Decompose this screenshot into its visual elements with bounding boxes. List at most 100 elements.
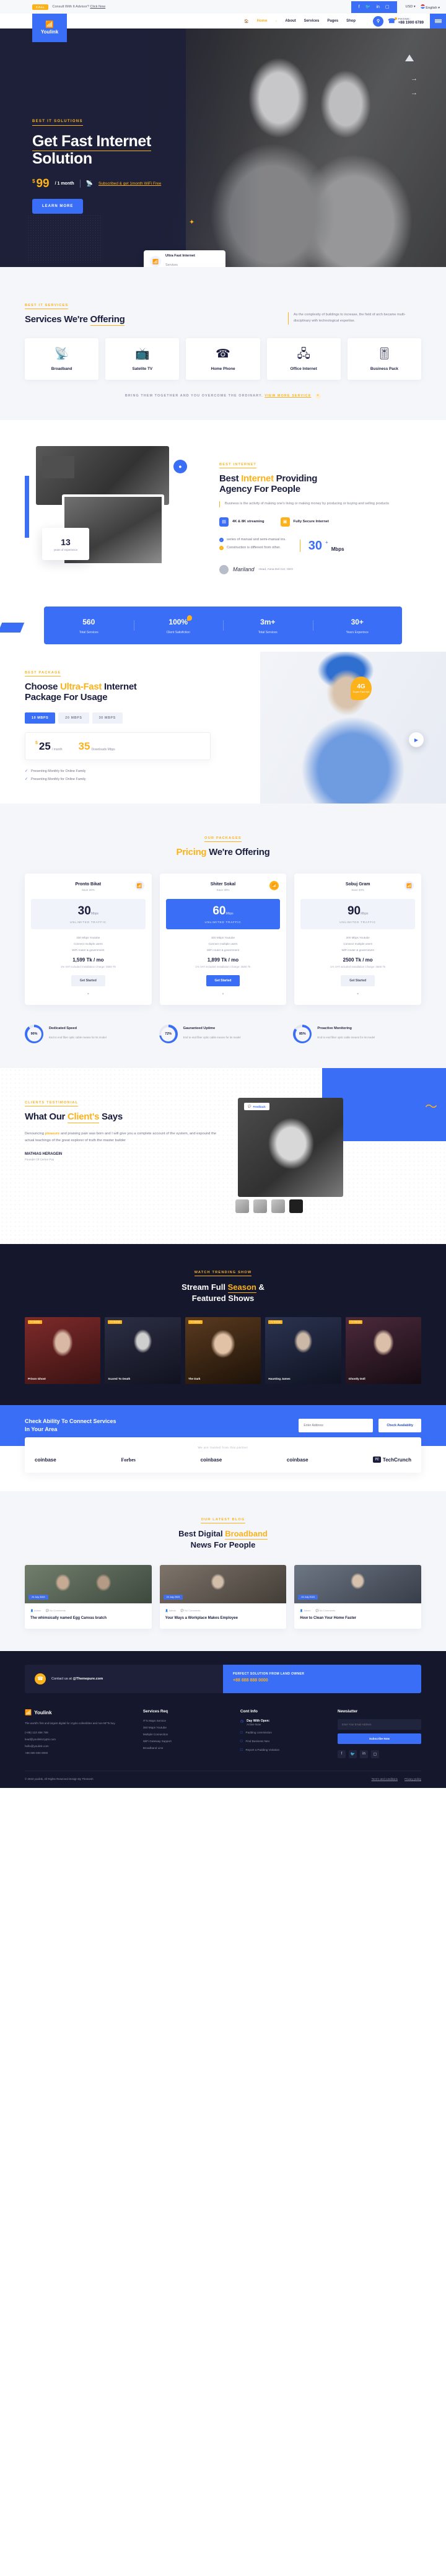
search-icon[interactable]: ⚲ — [373, 15, 384, 27]
blog-post-card[interactable]: 24 July 2023 👤 Admin 💬 No Comments How t… — [294, 1564, 422, 1629]
facebook-icon[interactable]: f — [337, 1750, 346, 1758]
footer-contact-lines: (+88) 123 456 789 lead@youlinkcrypto.com… — [25, 1731, 129, 1755]
doc-icon: □ — [240, 1730, 243, 1735]
tab-20mbps[interactable]: 20 MBPS — [58, 712, 89, 724]
services-section: BEST IT SERVICES Services We're Offering… — [0, 267, 446, 420]
privacy-link[interactable]: Privacy policy — [404, 1777, 421, 1781]
speed-badge: 4G Super Fast Net — [351, 677, 372, 700]
terms-link[interactable]: Term's and conditions — [372, 1777, 398, 1781]
linkedin-icon[interactable]: in — [359, 1750, 368, 1758]
show-card[interactable]: TV SHOW Haunting James — [265, 1317, 341, 1385]
instagram-icon[interactable]: ▢ — [370, 1750, 379, 1758]
footer-link[interactable]: Broadband Line — [143, 1746, 227, 1750]
plus-icon[interactable]: + — [315, 393, 321, 399]
about-signature-row: Mariland Head, Anna Del Cor, CEO — [219, 564, 421, 574]
plan-speed-unit: Mbps — [90, 912, 99, 916]
nav-item-shop[interactable]: Shop — [346, 19, 356, 23]
footer-contact-item[interactable]: □ Padding commission — [240, 1731, 324, 1735]
hero-wifi-card[interactable]: 📶 Ultra Fast Internet Services — [144, 250, 225, 267]
plan-feature: WiFi router & government — [341, 948, 374, 952]
plan-cta-button[interactable]: Get Started — [206, 975, 240, 986]
hero-section: → → ✦ BEST IT SOLUTIONS Get Fast Internet… — [0, 28, 446, 267]
linkedin-icon[interactable]: in — [376, 5, 379, 9]
footer-logo[interactable]: 📶 Youlink — [25, 1709, 129, 1716]
blog-post-card[interactable]: 24 July 2023 👤 Admin 💬 No Comments The w… — [25, 1564, 152, 1629]
testimonial-role: Founder Of Cerine Pvp — [25, 1158, 55, 1162]
footer-link[interactable]: 350 Maps Youtube — [143, 1726, 227, 1729]
service-card[interactable]: 📡 Broadband — [25, 338, 99, 380]
instagram-icon[interactable]: ▢ — [385, 5, 390, 9]
chevron-down-icon[interactable]: ▾ — [300, 992, 415, 996]
show-card[interactable]: TV SHOW The Dark — [185, 1317, 261, 1385]
cta-strip-section: ☎ Contact us at @Themepure.com PERFECT S… — [0, 1650, 446, 1693]
language-select[interactable]: English ▾ — [420, 4, 440, 10]
twitter-icon[interactable]: 🐦 — [365, 5, 371, 9]
office-router-icon: 🖧 — [297, 348, 310, 361]
service-card[interactable]: ☎ Home Phone — [186, 338, 260, 380]
package-title: Choose Ultra-Fast Internet Package For U… — [25, 681, 248, 703]
service-card[interactable]: 🖧 Office Internet — [266, 338, 341, 380]
plan-feature: Connect multiple users — [343, 942, 373, 945]
menu-button[interactable] — [430, 14, 446, 28]
social-links: f 🐦 in ▢ — [351, 1, 397, 13]
tab-10mbps[interactable]: 10 MBPS — [25, 712, 56, 724]
newsletter-form: Subscribe Now — [337, 1719, 422, 1744]
footer-link[interactable]: Multiple Connection — [143, 1733, 227, 1736]
brand-logo: coinbase — [35, 1457, 56, 1463]
footer-link[interactable]: IT'S Maps Service — [143, 1719, 227, 1722]
plan-features: 300 Mbps Youtube Connect multiple users … — [31, 936, 146, 952]
show-card[interactable]: TV SHOW Scared To Death — [105, 1317, 181, 1385]
package-tabs: 10 MBPS 20 MBPS 30 MBPS — [25, 712, 248, 724]
about-speed-unit: Mbps — [331, 546, 344, 552]
nav-item-services[interactable]: Services — [304, 19, 320, 23]
currency-select[interactable]: USD ▾ — [406, 5, 416, 9]
service-card[interactable]: 📺 Satelite TV — [105, 338, 180, 380]
show-name: The Dark — [188, 1377, 201, 1381]
cta-promo[interactable]: PERFECT SOLUTION FROM LAND OWNER +88 888… — [223, 1664, 421, 1693]
plan-cta-button[interactable]: Get Started — [341, 975, 375, 986]
hero-slider-arrows[interactable]: → → — [411, 72, 418, 100]
nav-item-about[interactable]: About — [285, 19, 295, 23]
consult-link[interactable]: Click Now — [90, 5, 105, 9]
stream-eyebrow: WATCH TRENDING SHOW — [194, 1271, 252, 1276]
testimonial-avatars — [235, 1199, 303, 1213]
chevron-down-icon[interactable]: ▾ — [166, 992, 281, 996]
avatar[interactable] — [253, 1199, 267, 1213]
plan-sub: Save 30% — [216, 888, 230, 892]
newsletter-email-input[interactable] — [337, 1719, 422, 1730]
nav-item-pages[interactable]: Pages — [327, 19, 338, 23]
service-card[interactable]: 🎚 Business Pack — [347, 338, 422, 380]
site-logo[interactable]: 📶 Youlink — [32, 14, 67, 42]
testimonial-title-b: Says — [99, 1111, 123, 1122]
nav-item-home[interactable]: Home — [257, 19, 268, 23]
footer-contact-item[interactable]: □ Find Business Neo — [240, 1740, 324, 1743]
feedback-chip-label: Feedback — [253, 1105, 266, 1108]
check-availability-button[interactable]: Check Availablity — [378, 1419, 421, 1433]
show-card[interactable]: TV SHOW Ghostly Doll — [345, 1317, 422, 1385]
avatar[interactable] — [271, 1199, 285, 1213]
avatar[interactable] — [289, 1199, 303, 1213]
footer-link[interactable]: WiFi Gateway Support — [143, 1740, 227, 1743]
show-card[interactable]: TV SHOW Prison Ghost — [25, 1317, 101, 1385]
chevron-down-icon[interactable]: ▾ — [31, 992, 146, 996]
meter-desc: End to end fiber optic cable means for i… — [183, 1036, 241, 1039]
newsletter-subscribe-button[interactable]: Subscribe Now — [337, 1733, 422, 1744]
play-badge-icon[interactable]: ● — [173, 460, 187, 473]
techcrunch-mark-icon: TC — [373, 1457, 381, 1463]
view-more-services-link[interactable]: VIEW MORE SERVICE — [265, 394, 311, 398]
twitter-icon[interactable]: 🐦 — [348, 1750, 357, 1758]
top-bar-right: f 🐦 in ▢ USD ▾ English ▾ — [351, 1, 446, 13]
address-input[interactable] — [299, 1419, 374, 1433]
blog-post-card[interactable]: 24 July 2023 👤 Admin 💬 No Comments Your … — [159, 1564, 287, 1629]
facebook-icon[interactable]: f — [359, 5, 360, 9]
play-button-icon[interactable]: ▶ — [409, 732, 424, 747]
check-area-title-line1: Check Ability To Connect Services — [25, 1418, 116, 1425]
cta-contact[interactable]: ☎ Contact us at @Themepure.com — [25, 1664, 223, 1693]
footer-contact-item[interactable]: □ Report a Padding Violation — [240, 1748, 324, 1752]
plan-cta-button[interactable]: Get Started — [71, 975, 105, 986]
post-meta: 👤 Admin 💬 No Comments — [300, 1609, 416, 1612]
phone-block[interactable]: ☎ PHONE: +88 1900 6789 — [388, 17, 424, 25]
hero-cta-button[interactable]: LEARN MORE — [32, 199, 84, 214]
tab-30mbps[interactable]: 30 MBPS — [92, 712, 123, 724]
avatar[interactable] — [235, 1199, 249, 1213]
